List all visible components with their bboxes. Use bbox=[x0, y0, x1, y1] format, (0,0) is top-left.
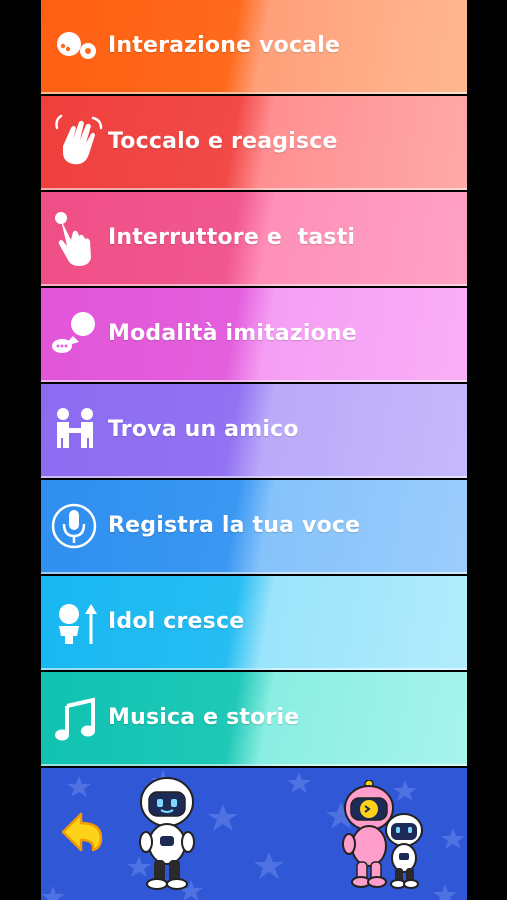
microphone-icon bbox=[49, 494, 105, 558]
menu-item-label: Registra la tua voce bbox=[108, 513, 361, 538]
back-button[interactable] bbox=[59, 810, 105, 854]
footer-banner bbox=[41, 768, 467, 900]
menu-item-label: Idol cresce bbox=[108, 609, 245, 634]
menu-item-label: Interruttore e tasti bbox=[108, 225, 356, 250]
menu-panel: Interazione vocale Toccalo e reagisce In… bbox=[41, 0, 467, 900]
small-white-robot-mascot bbox=[385, 813, 423, 889]
white-robot-mascot bbox=[139, 777, 195, 890]
menu-item-voice-interaction[interactable]: Interazione vocale bbox=[41, 0, 467, 94]
menu-item-label: Trova un amico bbox=[108, 417, 299, 442]
menu-item-label: Modalità imitazione bbox=[108, 321, 357, 346]
finger-press-icon bbox=[49, 206, 105, 270]
speech-bubbles-icon bbox=[49, 14, 105, 78]
menu-item-imitation-mode[interactable]: Modalità imitazione bbox=[41, 288, 467, 382]
child-grow-icon bbox=[49, 590, 105, 654]
menu-item-music-stories[interactable]: Musica e storie bbox=[41, 672, 467, 766]
menu-item-idol-grows[interactable]: Idol cresce bbox=[41, 576, 467, 670]
menu-item-label: Interazione vocale bbox=[108, 33, 341, 58]
back-arrow-icon bbox=[61, 812, 103, 852]
menu-item-record-voice[interactable]: Registra la tua voce bbox=[41, 480, 467, 574]
menu-item-switch-buttons[interactable]: Interruttore e tasti bbox=[41, 192, 467, 286]
waving-hand-icon bbox=[49, 110, 105, 174]
menu-item-label: Toccalo e reagisce bbox=[108, 129, 338, 154]
music-note-icon bbox=[49, 686, 105, 750]
menu-item-label: Musica e storie bbox=[108, 705, 300, 730]
menu-item-find-friend[interactable]: Trova un amico bbox=[41, 384, 467, 478]
menu-item-touch-react[interactable]: Toccalo e reagisce bbox=[41, 96, 467, 190]
chat-head-icon bbox=[49, 302, 105, 366]
two-friends-icon bbox=[49, 398, 105, 462]
